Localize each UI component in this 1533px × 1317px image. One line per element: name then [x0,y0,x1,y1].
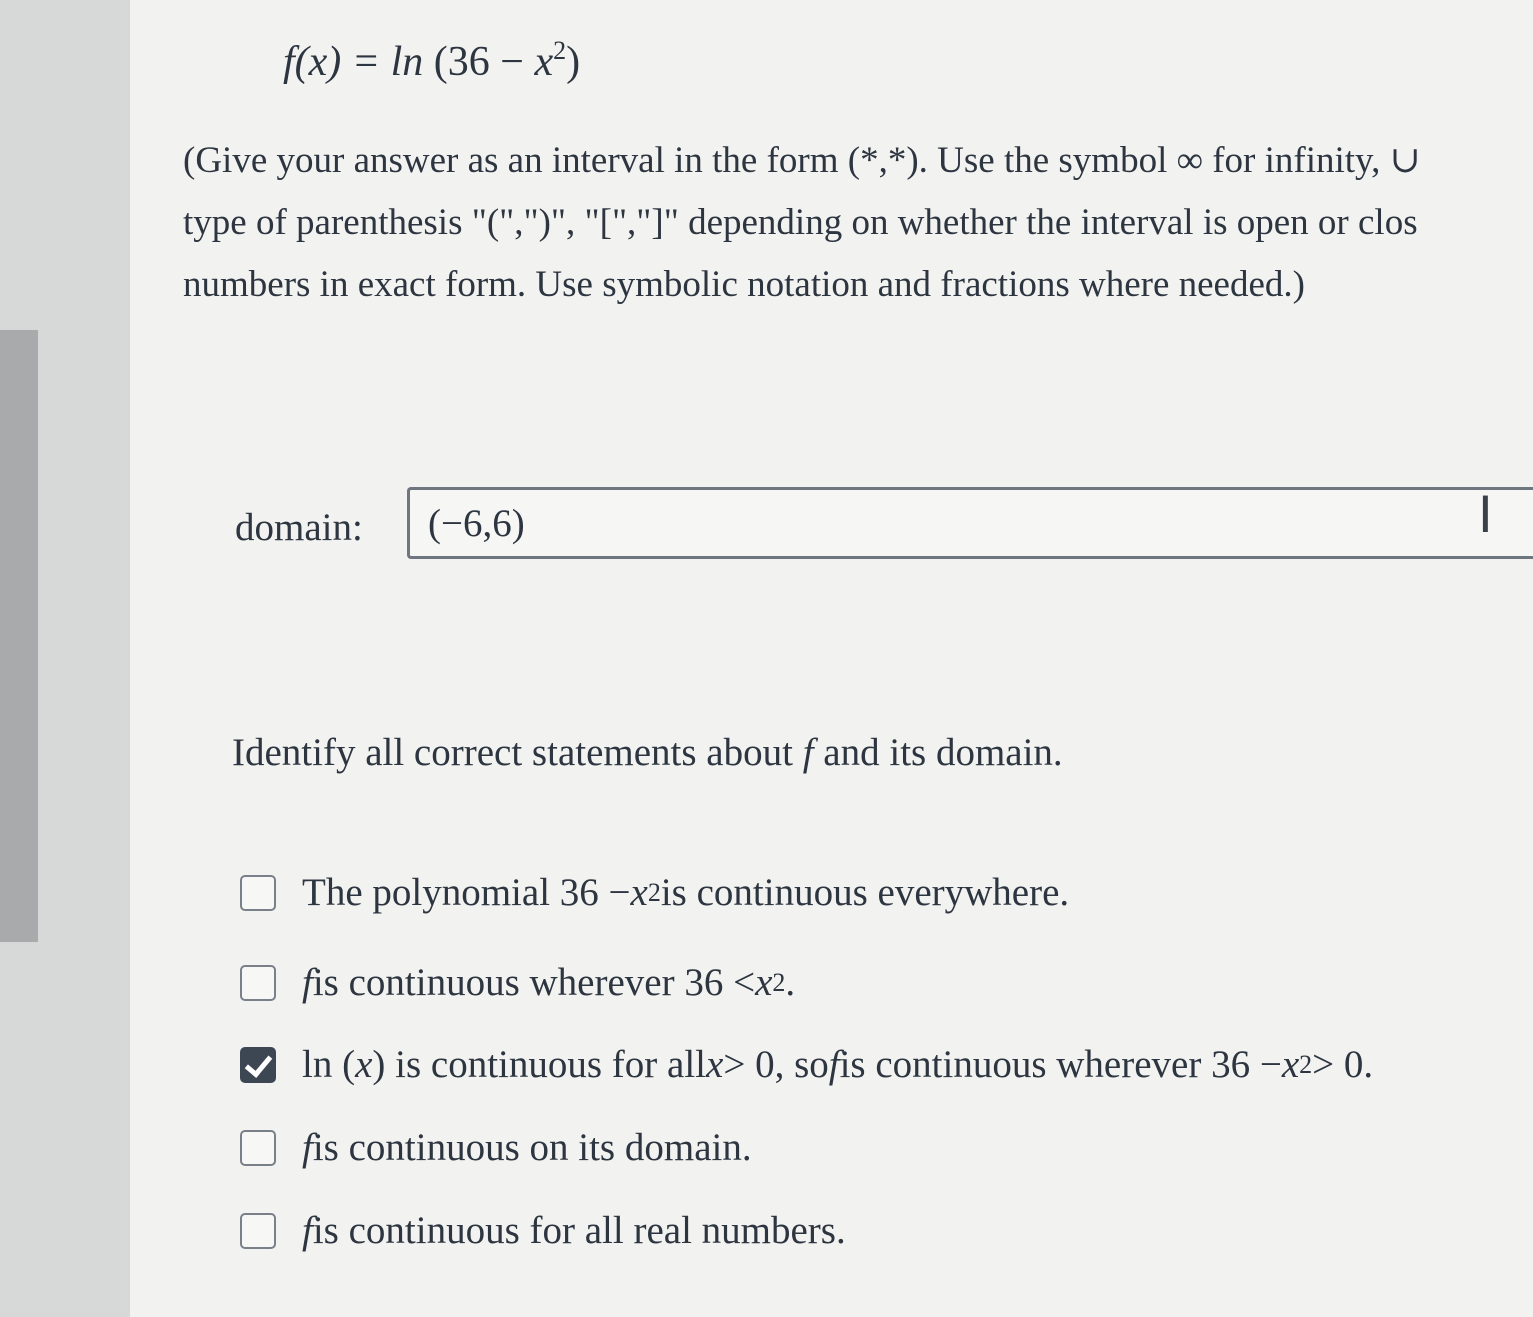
option-5-checkbox[interactable] [240,1212,276,1249]
option-continuous-where-36-lt-x2[interactable]: f is continuous wherever 36 < x2. [240,960,795,1005]
option-4-checkbox[interactable] [240,1129,276,1166]
question-text-before: Identify all correct statements about [232,731,803,774]
question-text-after: and its domain. [813,731,1063,774]
option-4-text-b: is continuous on its domain. [312,1126,752,1169]
option-3-text-a: ln ( [302,1043,356,1086]
instructions-line-1: (Give your answer as an interval in the … [183,140,1421,181]
option-5-text-b: is continuous for all real numbers. [312,1209,846,1252]
option-3-text-b: x [355,1043,373,1086]
domain-label: domain: [235,506,363,549]
option-2-text-b: is continuous wherever 36 < [312,961,756,1004]
text-cursor-icon: I [1478,486,1493,544]
domain-input[interactable]: (−6,6) [407,487,1533,559]
option-2-checkbox[interactable] [240,964,276,1001]
option-ln-continuous[interactable]: ln (x) is continuous for all x > 0, so f… [240,1042,1373,1087]
option-1-text-b: x [630,871,648,914]
option-3-text-d: x [706,1043,724,1086]
formula-paren-open: (36 − [433,39,535,85]
option-3-text-e: > 0, so [723,1043,829,1086]
option-2-text-e: . [785,961,796,1004]
formula-exp: 2 [553,36,567,65]
option-continuous-all-reals[interactable]: f is continuous for all real numbers. [240,1208,846,1253]
formula-var: x [534,39,554,85]
option-3-text-h: x [1281,1043,1300,1086]
option-3-text-g: is continuous wherever 36 − [839,1043,1282,1086]
left-scroll-tab[interactable] [0,330,38,942]
option-3-text-j: > 0. [1312,1043,1374,1086]
option-4-text-a: f [302,1126,313,1169]
option-5-text-a: f [302,1209,313,1252]
domain-input-value: (−6,6) [428,501,525,545]
statements-question: Identify all correct statements about f … [232,730,1063,775]
option-polynomial-continuous[interactable]: The polynomial 36 − x2 is continuous eve… [240,870,1069,915]
option-1-checkbox[interactable] [240,874,276,911]
question-var: f [802,731,814,774]
option-3-checkbox[interactable] [240,1046,276,1083]
option-2-text-c: x [755,961,773,1004]
option-1-text-a: The polynomial 36 − [302,871,631,914]
instructions: (Give your answer as an interval in the … [183,130,1421,316]
option-3-text-c: ) is continuous for all [372,1043,707,1086]
instructions-line-3: numbers in exact form. Use symbolic nota… [183,264,1305,305]
function-formula: f(x) = ln (36 − x2) [283,38,580,86]
option-3-text-f: f [828,1043,840,1086]
option-1-text-d: is continuous everywhere. [660,871,1070,914]
formula-lhs: f(x) = ln [283,39,424,85]
formula-paren-close: ) [566,39,581,85]
option-2-text-a: f [302,961,313,1004]
instructions-line-2: type of parenthesis "(",")", "[","]" dep… [183,202,1418,243]
option-continuous-on-domain[interactable]: f is continuous on its domain. [240,1125,752,1170]
